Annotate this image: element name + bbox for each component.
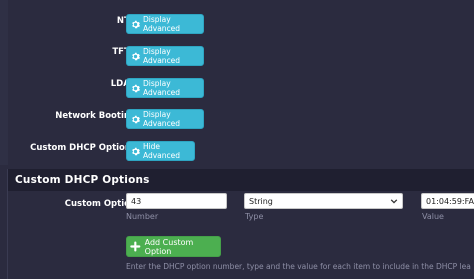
left-panel-edge [0,0,8,165]
number-sublabel: Number [126,212,159,221]
custom-dhcp-hide-advanced-button[interactable]: Hide Advanced [126,141,195,161]
custom-dhcp-section-header: Custom DHCP Options [7,169,474,191]
chevron-down-icon [390,199,398,204]
network-booting-display-advanced-button[interactable]: Display Advanced [126,109,204,129]
network-booting-button-label: Display Advanced [143,110,181,128]
option-value-input[interactable]: 01:04:59:FA: [421,193,474,209]
add-custom-option-button[interactable]: Add Custom Option [126,236,221,257]
help-text: Enter the DHCP option number, type and t… [126,262,471,271]
plus-icon [130,241,141,252]
gear-icon [132,84,140,92]
section-title: Custom DHCP Options [15,174,150,186]
custom-dhcp-button-label: Hide Advanced [142,142,180,160]
gear-icon [132,52,140,60]
option-type-value: String [249,196,273,206]
option-type-select[interactable]: String [244,193,403,209]
network-booting-label: Network Booting [55,111,136,121]
option-number-input[interactable]: 43 [126,193,227,209]
gear-icon [132,115,140,123]
option-value-text: 01:04:59:FA: [426,196,474,206]
add-custom-option-label: Add Custom Option [144,237,194,256]
option-number-value: 43 [131,196,142,206]
custom-dhcp-options-label: Custom DHCP Options [30,143,136,153]
ntp-button-label: Display Advanced [143,15,181,33]
ntp-display-advanced-button[interactable]: Display Advanced [126,14,204,34]
tftp-display-advanced-button[interactable]: Display Advanced [126,46,204,66]
value-sublabel: Value [422,212,444,221]
ldap-button-label: Display Advanced [143,79,181,97]
gear-icon [132,147,140,155]
type-sublabel: Type [245,212,264,221]
tftp-button-label: Display Advanced [143,47,181,65]
gear-icon [132,20,140,28]
section-left-border [7,169,8,279]
ldap-display-advanced-button[interactable]: Display Advanced [126,78,204,98]
